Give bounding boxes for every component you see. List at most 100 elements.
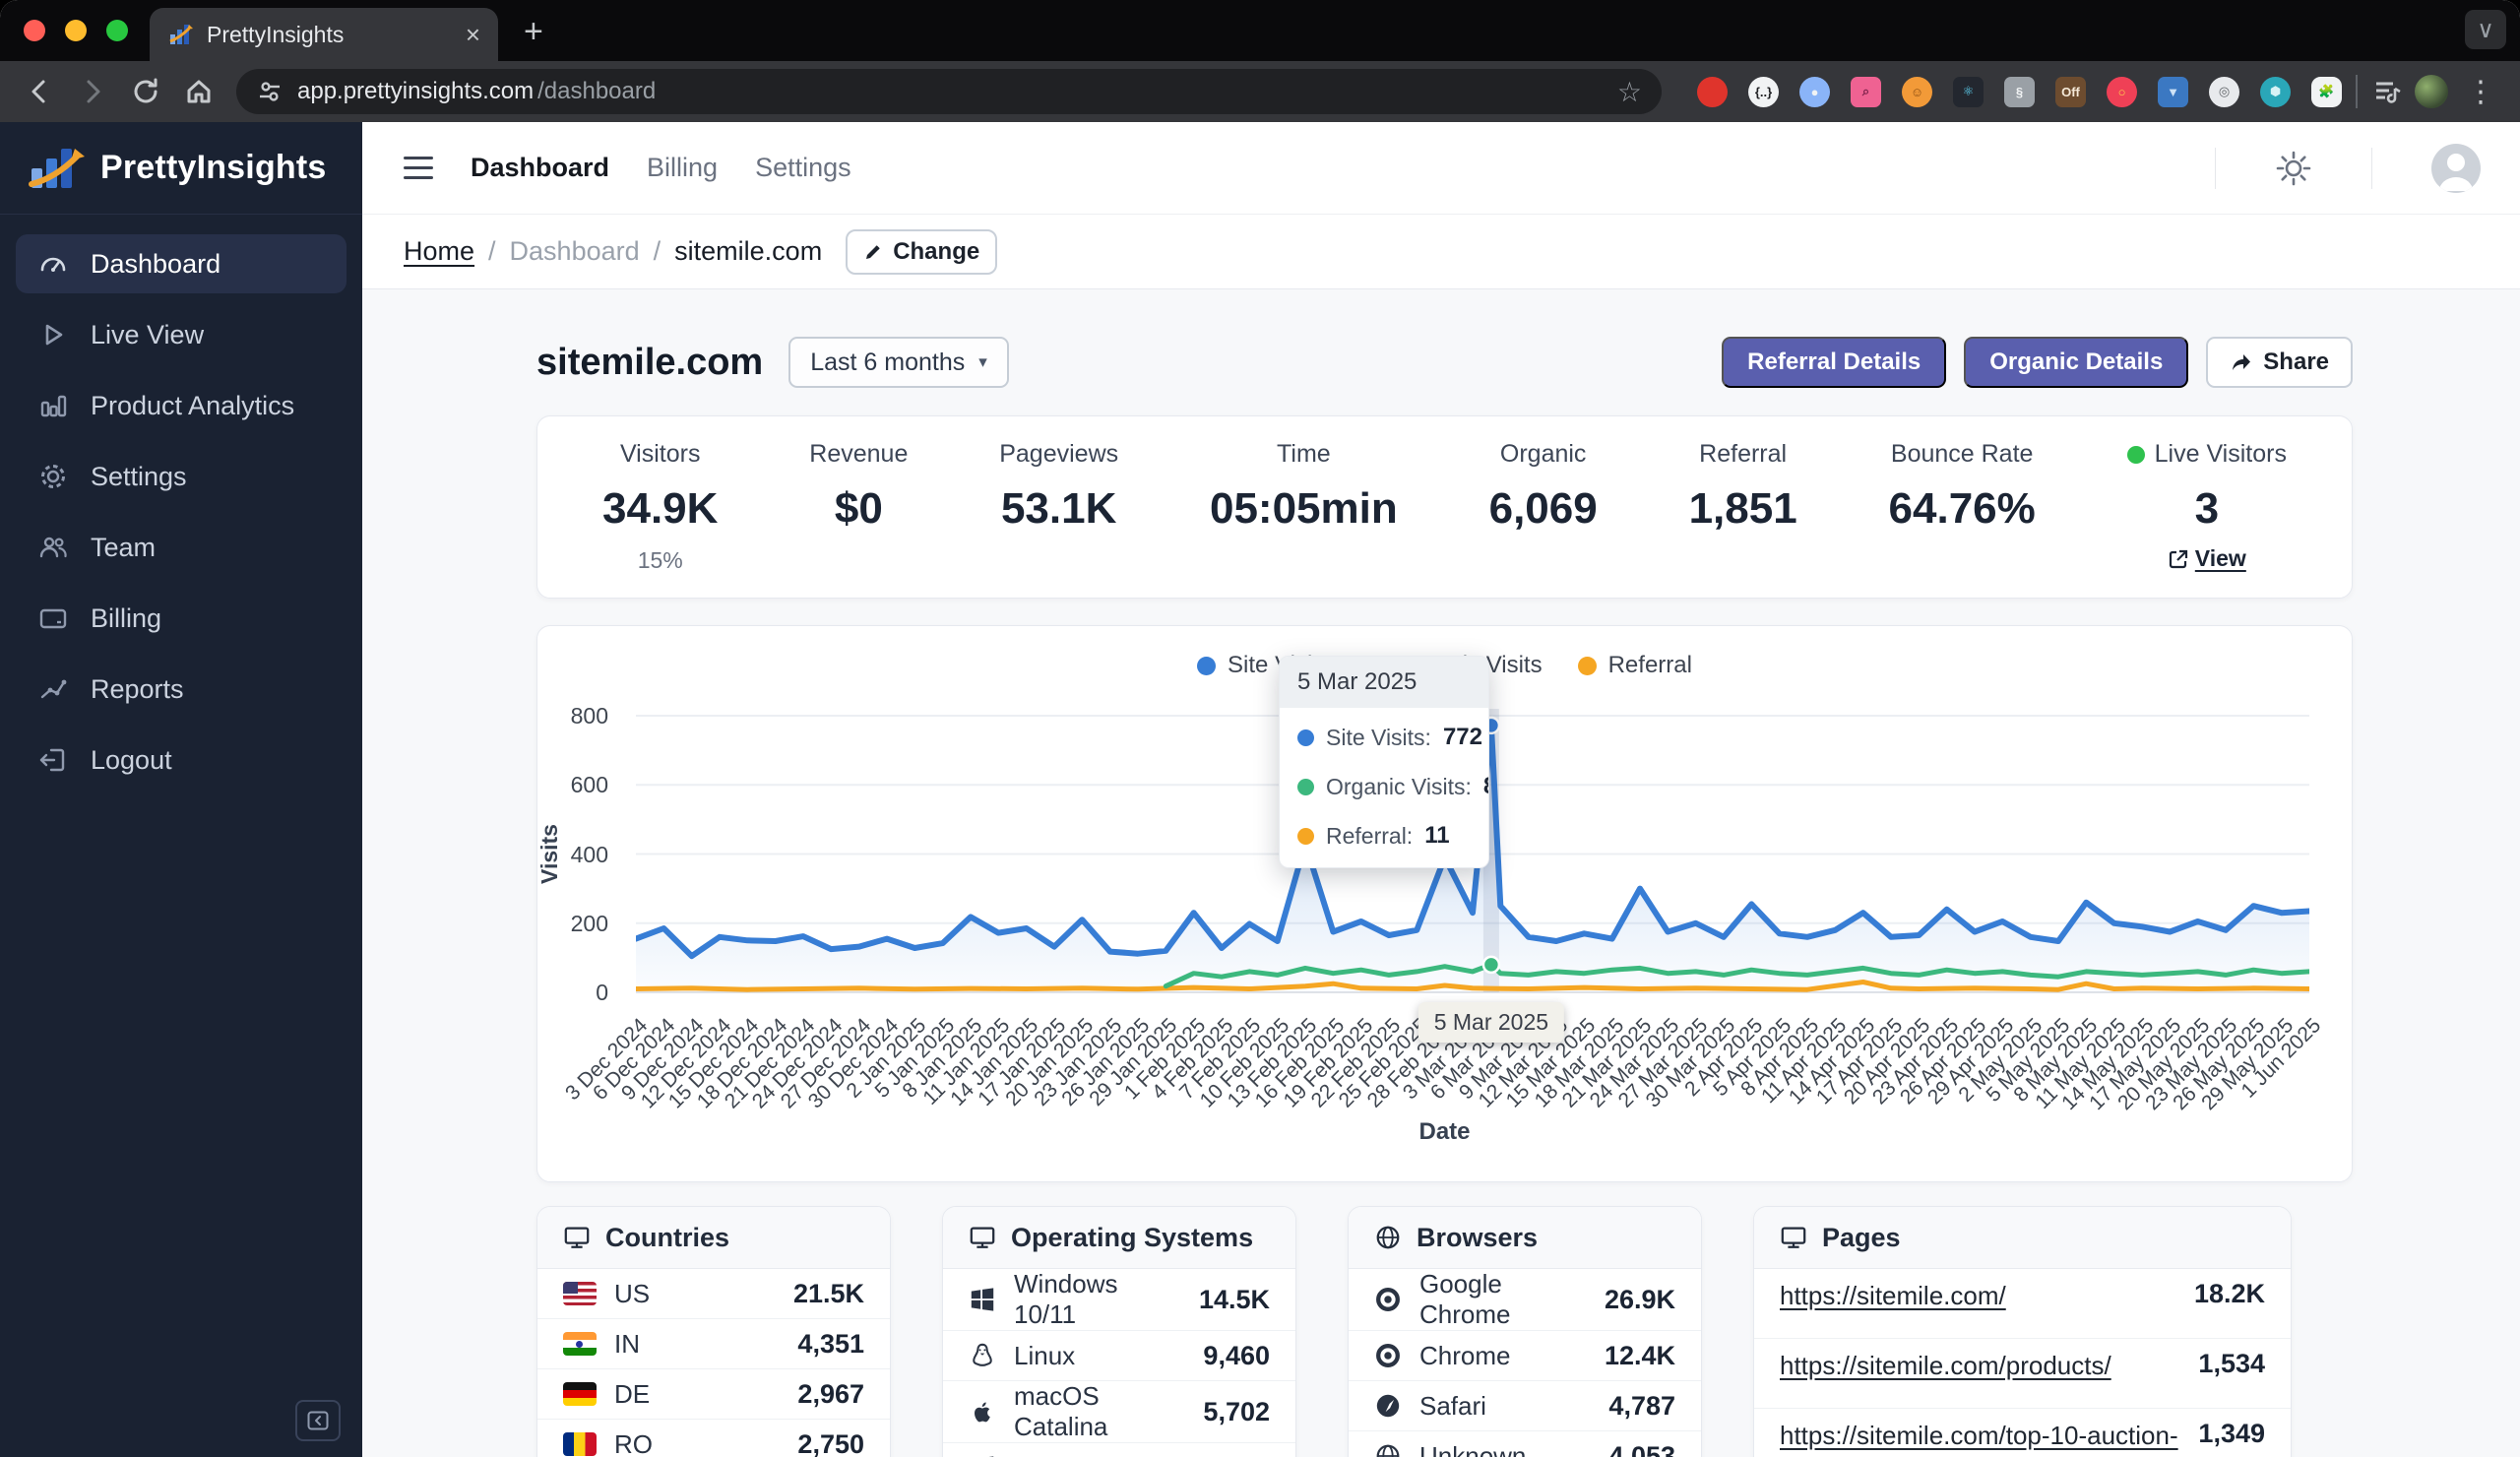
browser-tab-strip: PrettyInsights × + ∨ xyxy=(0,0,2520,61)
referral-details-button[interactable]: Referral Details xyxy=(1722,337,1947,388)
sidebar-item-live-view[interactable]: Live View xyxy=(16,305,346,364)
topnav-dashboard[interactable]: Dashboard xyxy=(471,153,609,183)
browsers-card-header: Browsers xyxy=(1349,1207,1701,1269)
breadcrumb-home-link[interactable]: Home xyxy=(404,236,474,267)
media-playlist-icon[interactable] xyxy=(2371,75,2405,108)
favicon-bar-chart-icon xyxy=(169,25,193,44)
browser-row[interactable]: Unknown 4,053 xyxy=(1349,1431,1701,1457)
pages-card-header: Pages xyxy=(1754,1207,2291,1269)
breadcrumb-separator: / xyxy=(488,236,496,266)
page-row[interactable]: https://sitemile.com/top-10-auction-apps… xyxy=(1754,1409,2291,1457)
bar-chart-icon xyxy=(40,395,67,417)
countries-card: Countries US 21.5K IN 4,351 DE 2,967 RO 2,75… xyxy=(536,1206,891,1457)
monitor-icon xyxy=(1781,1227,1806,1248)
app-header: Dashboard Billing Settings xyxy=(362,122,2520,214)
sidebar-item-label: Logout xyxy=(91,744,172,775)
page-row[interactable]: https://sitemile.com/products/1,534 xyxy=(1754,1339,2291,1409)
notes-extension-icon[interactable]: § xyxy=(2004,76,2035,107)
extensions-row: {..} ● ⌕ ☺ ⚛ § Off ○ ▼ ◎ ⬢ 🧩 xyxy=(1697,76,2342,107)
os-row[interactable]: macOS Catalina 5,702 xyxy=(943,1381,1295,1443)
pocket-extension-icon[interactable]: ○ xyxy=(2107,76,2137,107)
x-axis-title: Date xyxy=(1418,1118,1471,1145)
header-divider xyxy=(2215,147,2216,189)
back-button[interactable] xyxy=(18,70,61,113)
sidebar-item-team[interactable]: Team xyxy=(16,518,346,577)
stat-revenue: Revenue $0 xyxy=(809,440,909,533)
sidebar-item-settings[interactable]: Settings xyxy=(16,447,346,506)
paint-extension-icon[interactable]: ▼ xyxy=(2158,76,2188,107)
tab-title: PrettyInsights xyxy=(207,21,345,47)
browser-row[interactable]: Google Chrome 26.9K xyxy=(1349,1269,1701,1331)
os-card-header: Operating Systems xyxy=(943,1207,1295,1269)
toolbar-separator xyxy=(2356,75,2358,108)
browser-menu-kebab-icon[interactable]: ⋮ xyxy=(2466,75,2495,109)
code-block-extension-icon[interactable]: {..} xyxy=(1748,76,1779,107)
home-button[interactable] xyxy=(177,70,220,113)
country-row[interactable]: IN 4,351 xyxy=(537,1319,890,1369)
organic-details-button[interactable]: Organic Details xyxy=(1964,337,2189,388)
sidebar-item-logout[interactable]: Logout xyxy=(16,730,346,790)
breadcrumb-section[interactable]: Dashboard xyxy=(510,236,640,267)
url-host: app.prettyinsights.com xyxy=(297,78,535,104)
topnav-billing[interactable]: Billing xyxy=(647,153,718,183)
date-range-dropdown[interactable]: Last 6 months ▾ xyxy=(788,337,1009,388)
extensions-puzzle-icon[interactable]: 🧩 xyxy=(2311,76,2342,107)
chrome-icon xyxy=(1374,1342,1402,1369)
close-window-button[interactable] xyxy=(24,20,45,41)
browser-profile-avatar[interactable] xyxy=(2415,75,2448,108)
site-settings-icon[interactable] xyxy=(256,78,284,105)
address-bar[interactable]: app.prettyinsights.com/dashboard ☆ xyxy=(236,69,1662,114)
browser-row[interactable]: Chrome 12.4K xyxy=(1349,1331,1701,1381)
webgl-extension-icon[interactable]: ⬢ xyxy=(2260,76,2291,107)
loom-extension-icon[interactable]: ● xyxy=(1799,76,1830,107)
chrome-icon xyxy=(1374,1286,1402,1313)
tooltip-referral: Referral: 11 xyxy=(1297,822,1471,850)
stat-live-visitors: Live Visitors 3 View xyxy=(2126,440,2287,598)
page-link[interactable]: https://sitemile.com/ xyxy=(1780,1279,2176,1313)
os-row[interactable]: Linux 9,460 xyxy=(943,1331,1295,1381)
page-link[interactable]: https://sitemile.com/products/ xyxy=(1780,1349,2180,1383)
os-row[interactable]: Windows5,661 xyxy=(943,1443,1295,1457)
os-row[interactable]: Windows 10/11 14.5K xyxy=(943,1269,1295,1331)
sidebar-item-billing[interactable]: Billing xyxy=(16,589,346,648)
browser-row[interactable]: Safari 4,787 xyxy=(1349,1381,1701,1431)
tab-search-caret-button[interactable]: ∨ xyxy=(2465,10,2506,49)
page-link[interactable]: https://sitemile.com/top-10-auction-apps… xyxy=(1780,1419,2180,1457)
color-picker-extension-icon[interactable]: ⌕ xyxy=(1851,76,1881,107)
logout-icon xyxy=(39,748,65,772)
user-avatar[interactable] xyxy=(2431,143,2481,193)
forward-button[interactable] xyxy=(71,70,114,113)
adblock-extension-icon[interactable] xyxy=(1697,76,1728,107)
theme-sun-icon[interactable] xyxy=(2275,150,2312,187)
sidebar: PrettyInsights Dashboard Live View Produ… xyxy=(0,122,362,1457)
sidebar-item-product-analytics[interactable]: Product Analytics xyxy=(16,376,346,435)
country-row[interactable]: US 21.5K xyxy=(537,1269,890,1319)
hamburger-menu-icon[interactable] xyxy=(404,157,433,179)
fullscreen-window-button[interactable] xyxy=(106,20,128,41)
react-devtools-extension-icon[interactable]: ⚛ xyxy=(1953,76,1984,107)
stats-summary-card: Visitors 34.9K 15% Revenue $0 Pageviews 53… xyxy=(536,415,2353,599)
tab-close-icon[interactable]: × xyxy=(466,22,480,47)
change-site-button[interactable]: Change xyxy=(846,228,998,275)
topnav-settings[interactable]: Settings xyxy=(755,153,851,183)
page-row[interactable]: https://sitemile.com/18.2K xyxy=(1754,1269,2291,1339)
country-row[interactable]: DE 2,967 xyxy=(537,1369,890,1420)
sidebar-item-label: Reports xyxy=(91,673,184,704)
bot-extension-icon[interactable]: ☺ xyxy=(1902,76,1932,107)
country-row[interactable]: RO 2,750 xyxy=(537,1420,890,1457)
target-extension-icon[interactable]: ◎ xyxy=(2209,76,2239,107)
live-visitors-view-link[interactable]: View xyxy=(2168,545,2246,572)
minimize-window-button[interactable] xyxy=(65,20,87,41)
bookmark-star-icon[interactable]: ☆ xyxy=(1617,76,1642,108)
browser-tab[interactable]: PrettyInsights × xyxy=(150,8,498,61)
sidebar-item-dashboard[interactable]: Dashboard xyxy=(16,234,346,293)
off-toggle-extension-icon[interactable]: Off xyxy=(2055,76,2086,107)
gauge-icon xyxy=(40,257,66,272)
share-button[interactable]: Share xyxy=(2206,337,2353,388)
reload-button[interactable] xyxy=(124,70,167,113)
sidebar-item-reports[interactable]: Reports xyxy=(16,660,346,719)
credit-card-icon xyxy=(39,608,67,629)
sidebar-collapse-button[interactable] xyxy=(295,1400,341,1441)
new-tab-button[interactable]: + xyxy=(524,13,543,51)
legend-referral[interactable]: Referral xyxy=(1577,652,1692,679)
